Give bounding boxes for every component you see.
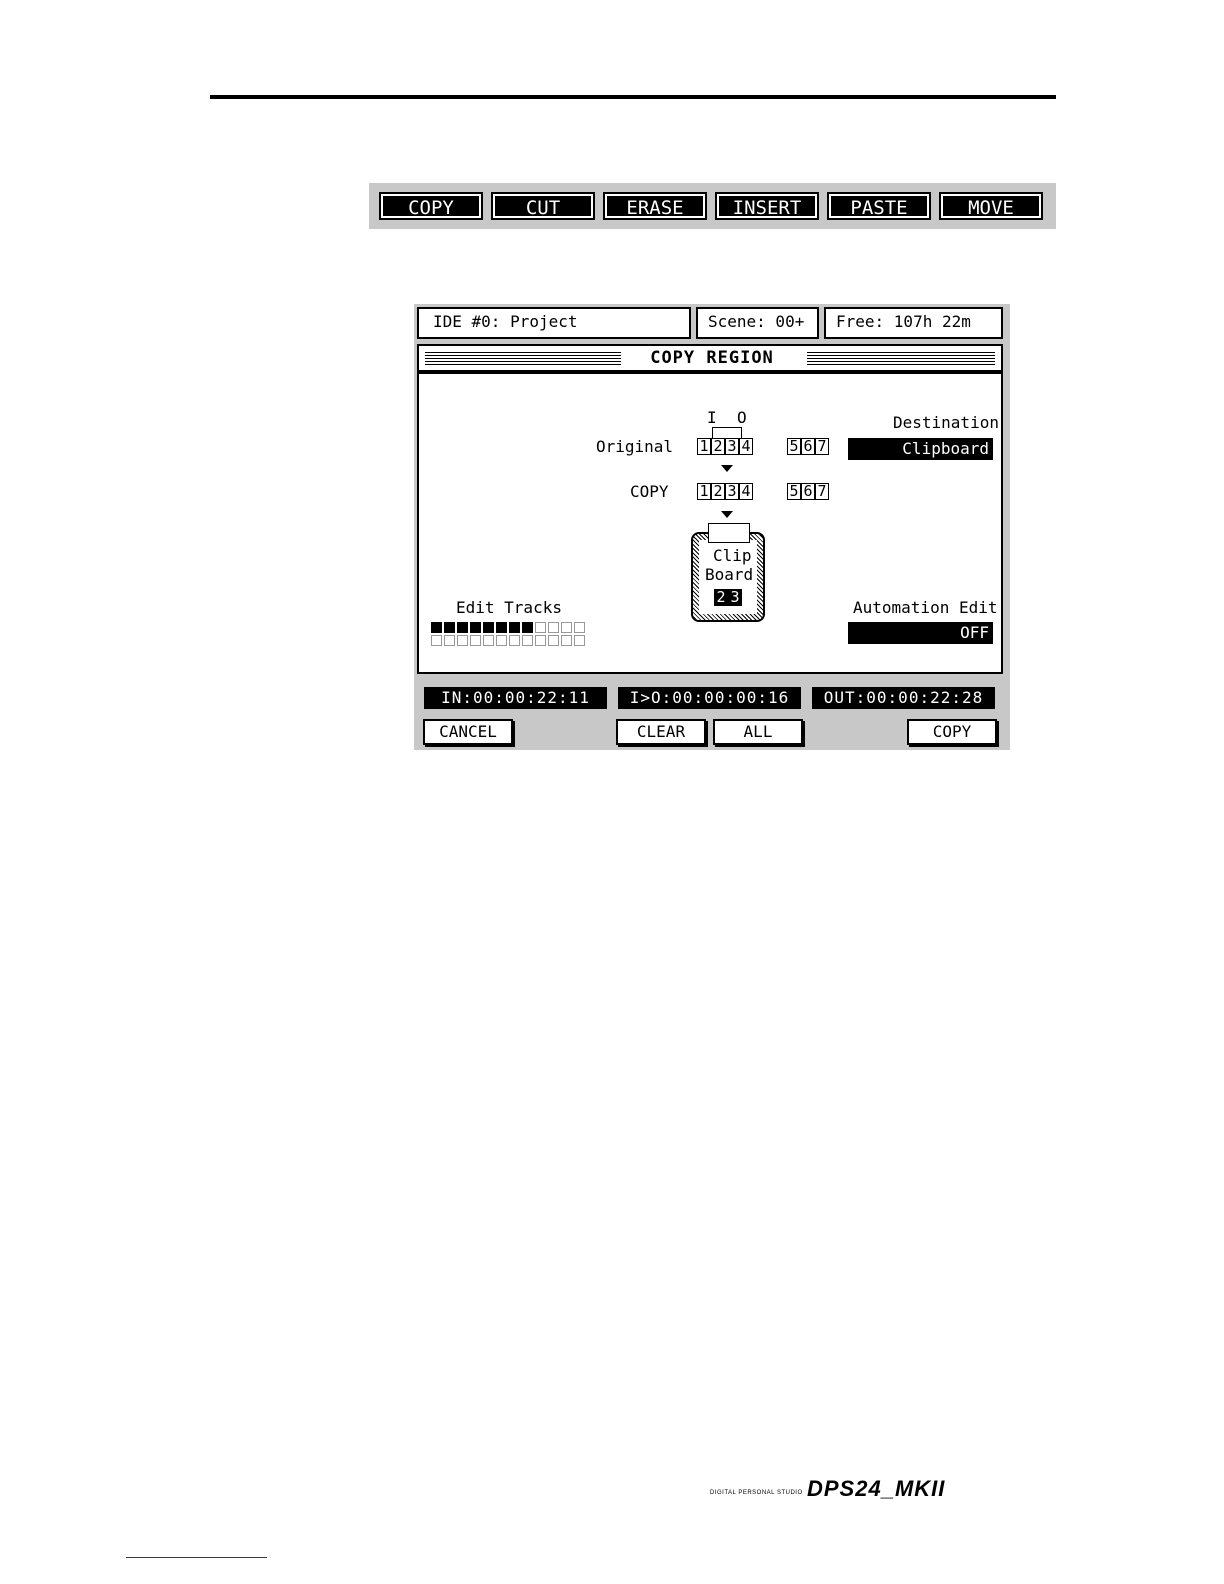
- project-name: IDE #0: Project: [417, 307, 691, 339]
- copy-track-2: 2: [711, 483, 725, 500]
- copy-button[interactable]: COPY: [907, 719, 997, 745]
- edit-track-cell[interactable]: [548, 635, 559, 646]
- edit-track-cell[interactable]: [444, 622, 455, 633]
- original-track-6: 6: [801, 438, 815, 455]
- clipboard-track-2: 2: [714, 589, 728, 606]
- softkey-paste[interactable]: PASTE: [827, 192, 931, 220]
- edit-track-cell[interactable]: [457, 635, 468, 646]
- edit-track-cell[interactable]: [548, 622, 559, 633]
- brand-model: DPS24_MKII: [807, 1476, 946, 1501]
- edit-track-cell[interactable]: [509, 635, 520, 646]
- softkey-erase[interactable]: ERASE: [603, 192, 707, 220]
- softkey-move[interactable]: MOVE: [939, 192, 1043, 220]
- edit-tracks-label: Edit Tracks: [456, 598, 562, 617]
- original-track-2: 2: [711, 438, 725, 455]
- edit-track-cell[interactable]: [470, 622, 481, 633]
- original-label: Original: [596, 437, 674, 456]
- original-track-1: 1: [697, 438, 711, 455]
- automation-edit-field[interactable]: OFF: [848, 622, 993, 644]
- scene-indicator: Scene: 00+: [696, 307, 819, 339]
- down-arrow-icon: [721, 511, 733, 518]
- clipboard-clip: [708, 523, 750, 543]
- copy-label: COPY: [630, 482, 669, 501]
- brand-tagline: DIGITAL PERSONAL STUDIO: [710, 1490, 803, 1496]
- original-track-3: 3: [725, 438, 739, 455]
- lcd-screen: IDE #0: Project Scene: 00+ Free: 107h 22…: [414, 304, 1010, 750]
- title-stripes-right: [807, 350, 995, 366]
- region-bracket: [712, 427, 742, 428]
- edit-track-cell[interactable]: [535, 622, 546, 633]
- in-marker: I: [707, 408, 717, 427]
- edit-track-cell[interactable]: [522, 635, 533, 646]
- destination-label: Destination: [893, 413, 999, 432]
- out-timecode[interactable]: OUT:00:00:22:28: [812, 687, 995, 709]
- edit-track-cell[interactable]: [444, 635, 455, 646]
- original-track-4: 4: [739, 438, 753, 455]
- softkey-bar: COPY CUT ERASE INSERT PASTE MOVE: [369, 183, 1056, 229]
- edit-tracks-grid[interactable]: [431, 622, 589, 648]
- top-rule: [210, 95, 1056, 99]
- edit-track-cell[interactable]: [483, 622, 494, 633]
- clipboard-text-2: Board: [705, 565, 754, 584]
- footer-link-underline: [126, 1557, 267, 1558]
- edit-track-cell[interactable]: [574, 635, 585, 646]
- edit-track-cell[interactable]: [509, 622, 520, 633]
- edit-track-cell[interactable]: [561, 635, 572, 646]
- copy-track-1: 1: [697, 483, 711, 500]
- down-arrow-icon: [721, 465, 733, 472]
- cancel-button[interactable]: CANCEL: [423, 719, 513, 745]
- softkey-copy[interactable]: COPY: [379, 192, 483, 220]
- edit-track-cell[interactable]: [561, 622, 572, 633]
- copy-track-3: 3: [725, 483, 739, 500]
- out-marker: O: [737, 408, 747, 427]
- edit-track-cell[interactable]: [431, 622, 442, 633]
- clear-button[interactable]: CLEAR: [616, 719, 706, 745]
- dialog-titlebar: COPY REGION: [417, 344, 1003, 372]
- edit-track-cell[interactable]: [574, 622, 585, 633]
- edit-track-cell[interactable]: [496, 635, 507, 646]
- title-stripes-left: [425, 350, 621, 366]
- edit-track-cell[interactable]: [457, 622, 468, 633]
- dialog-title: COPY REGION: [650, 348, 774, 368]
- original-track-7: 7: [815, 438, 829, 455]
- automation-edit-label: Automation Edit: [853, 598, 998, 617]
- length-timecode[interactable]: I>O:00:00:00:16: [618, 687, 801, 709]
- all-button[interactable]: ALL: [713, 719, 803, 745]
- free-space: Free: 107h 22m: [824, 307, 1003, 339]
- edit-track-cell[interactable]: [470, 635, 481, 646]
- clipboard-text-1: Clip: [713, 546, 752, 565]
- edit-track-cell[interactable]: [496, 622, 507, 633]
- original-track-5: 5: [787, 438, 801, 455]
- copy-track-4: 4: [739, 483, 753, 500]
- edit-track-cell[interactable]: [522, 622, 533, 633]
- copy-track-7: 7: [815, 483, 829, 500]
- in-timecode[interactable]: IN:00:00:22:11: [424, 687, 607, 709]
- edit-track-cell[interactable]: [483, 635, 494, 646]
- softkey-insert[interactable]: INSERT: [715, 192, 819, 220]
- copy-track-5: 5: [787, 483, 801, 500]
- clipboard-track-3: 3: [728, 589, 742, 606]
- edit-track-cell[interactable]: [431, 635, 442, 646]
- softkey-cut[interactable]: CUT: [491, 192, 595, 220]
- edit-track-cell[interactable]: [535, 635, 546, 646]
- destination-field[interactable]: Clipboard: [848, 438, 993, 460]
- copy-track-6: 6: [801, 483, 815, 500]
- dialog-body: I O Original 1 2 3 4 5 6 7 COPY 1 2 3 4 …: [417, 372, 1003, 674]
